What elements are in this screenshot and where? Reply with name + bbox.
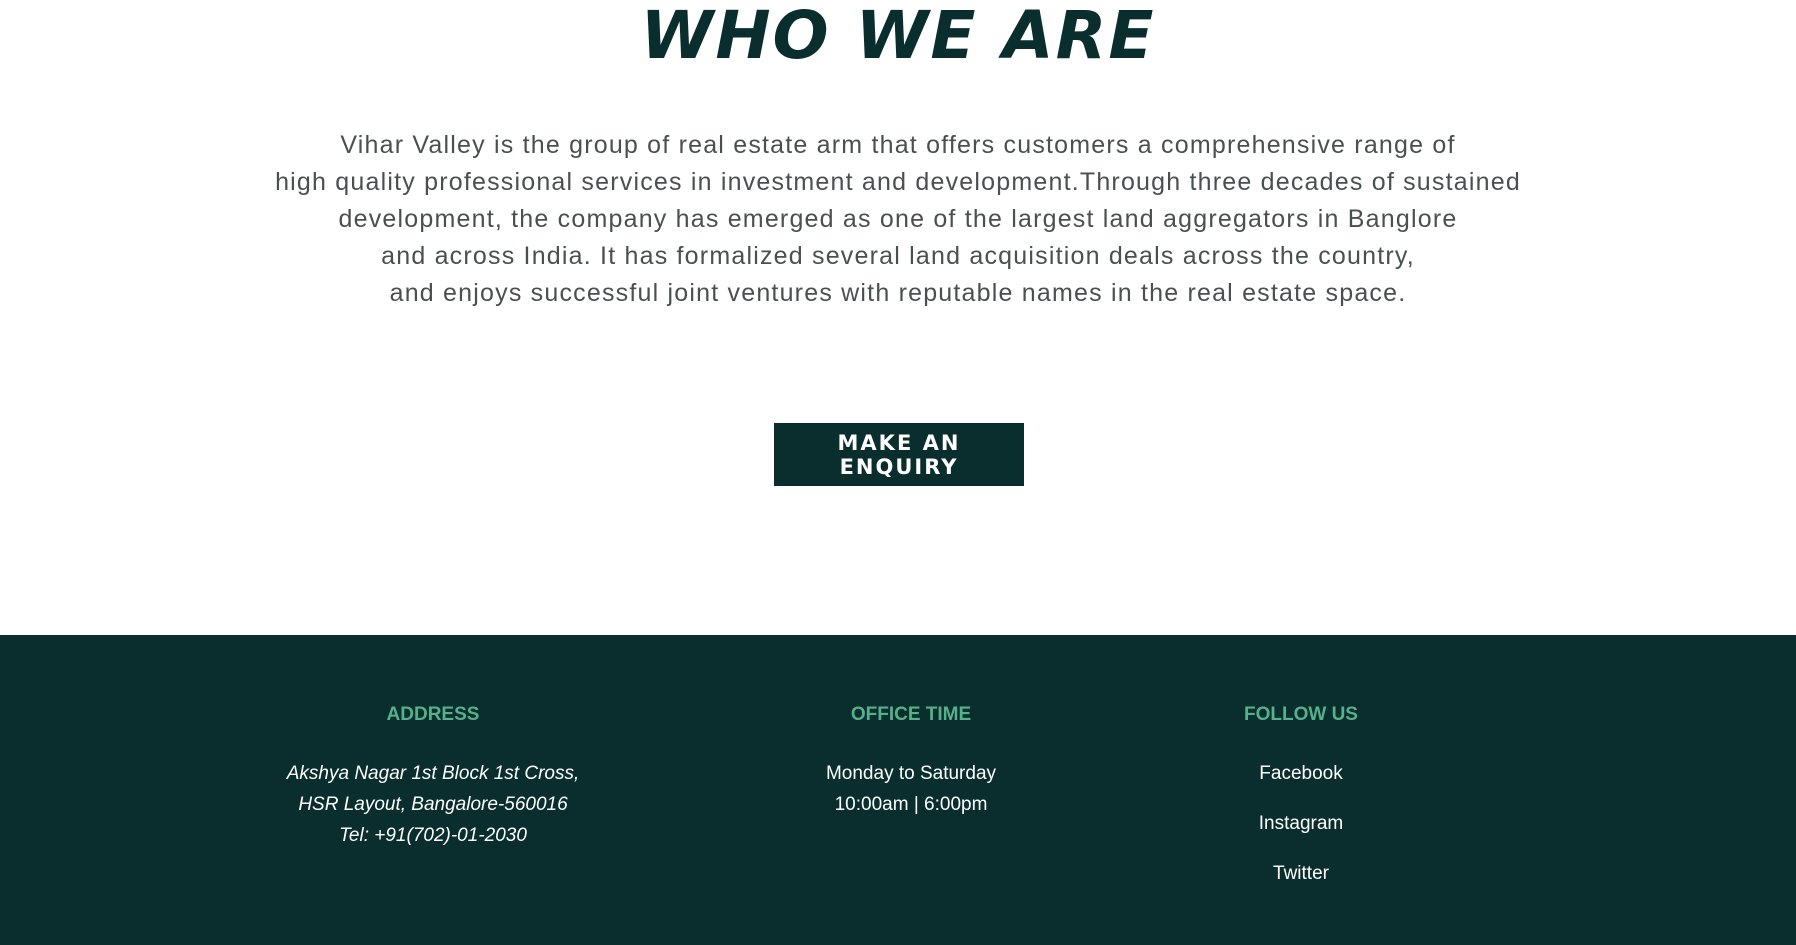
about-paragraph: Vihar Valley is the group of real estate… xyxy=(0,127,1796,312)
twitter-link[interactable]: Twitter xyxy=(1101,858,1501,889)
about-paragraph-line: and enjoys successful joint ventures wit… xyxy=(389,279,1407,307)
facebook-link[interactable]: Facebook xyxy=(1101,758,1501,789)
about-paragraph-line: Vihar Valley is the group of real estate… xyxy=(340,131,1456,159)
section-title: WHO WE ARE xyxy=(640,0,1156,74)
follow-us-heading: FOLLOW US xyxy=(1244,704,1358,725)
office-hours: 10:00am | 6:00pm xyxy=(834,794,988,815)
footer-follow-us-column: FOLLOW US Facebook Instagram Twitter xyxy=(1101,703,1501,908)
address-heading: ADDRESS xyxy=(386,704,480,725)
footer-office-time-column: OFFICE TIME Monday to Saturday 10:00am |… xyxy=(711,703,1111,820)
who-we-are-section: WHO WE ARE Vihar Valley is the group of … xyxy=(0,0,1796,635)
phone-line: Tel: +91(702)-01-2030 xyxy=(339,825,527,846)
address-line: Akshya Nagar 1st Block 1st Cross, xyxy=(286,763,580,784)
about-paragraph-line: and across India. It has formalized seve… xyxy=(381,242,1415,270)
footer-address-column: ADDRESS Akshya Nagar 1st Block 1st Cross… xyxy=(233,703,633,851)
address-line: HSR Layout, Bangalore-560016 xyxy=(298,794,568,815)
about-paragraph-line: high quality professional services in in… xyxy=(275,168,1521,196)
site-footer: ADDRESS Akshya Nagar 1st Block 1st Cross… xyxy=(0,635,1796,945)
instagram-link[interactable]: Instagram xyxy=(1101,808,1501,839)
office-time-heading: OFFICE TIME xyxy=(850,704,972,725)
about-paragraph-line: development, the company has emerged as … xyxy=(338,205,1458,233)
office-days: Monday to Saturday xyxy=(825,763,997,784)
make-enquiry-button[interactable]: MAKE AN ENQUIRY xyxy=(774,423,1024,486)
